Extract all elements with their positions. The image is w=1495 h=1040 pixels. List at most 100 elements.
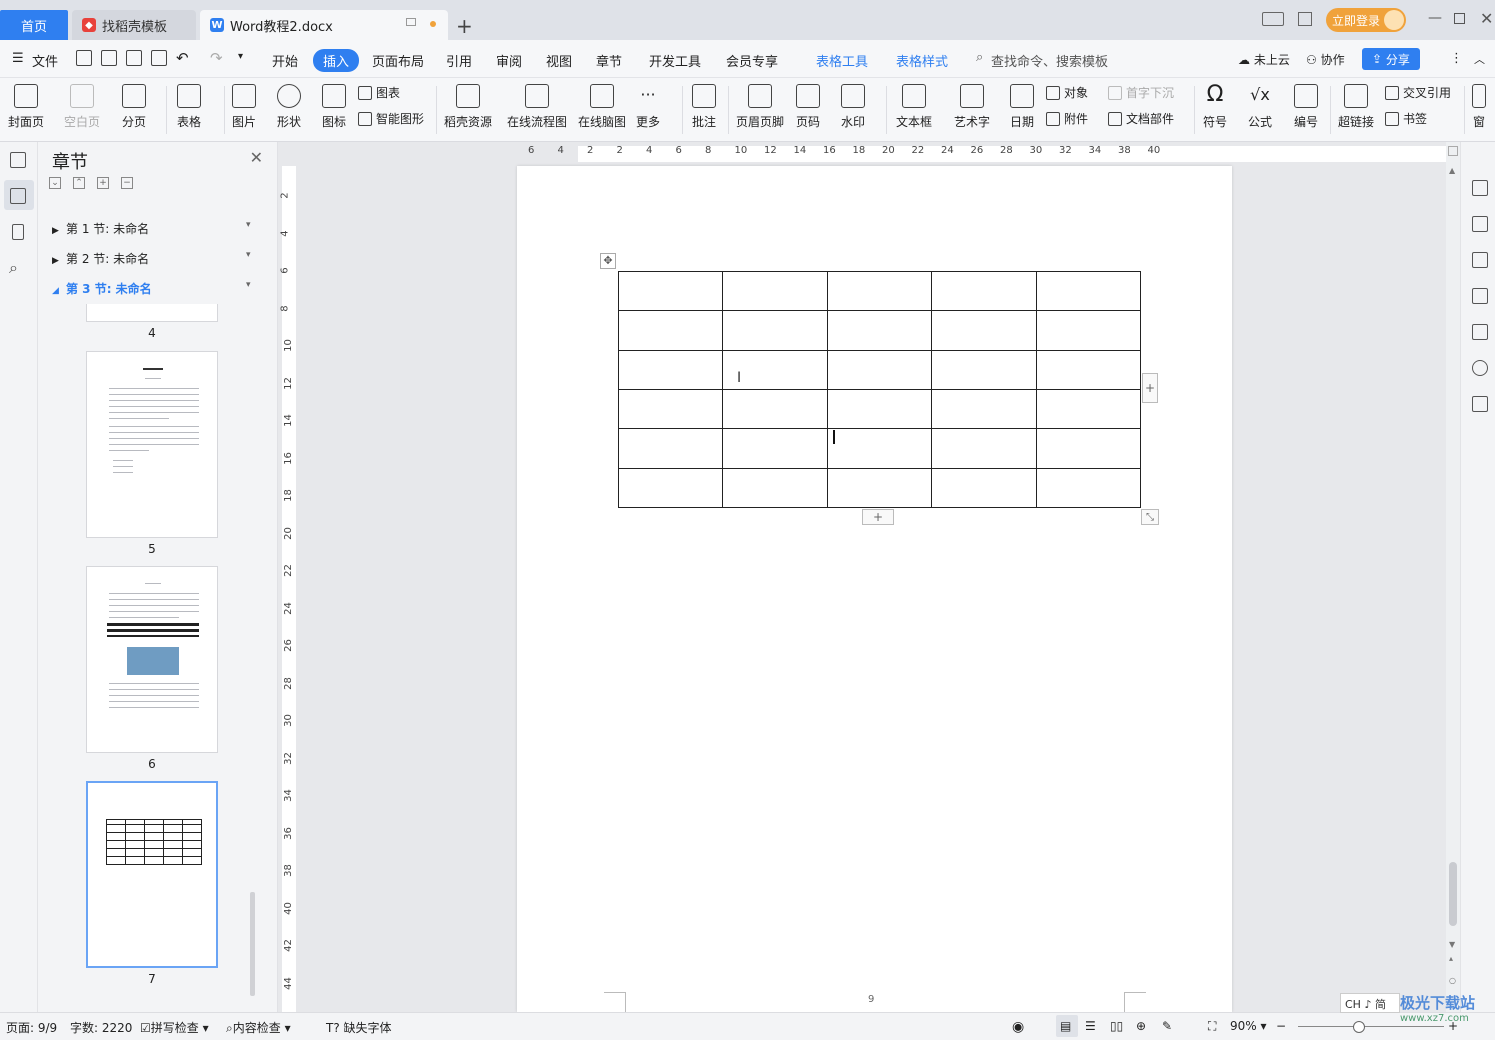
add-section-icon[interactable]: + — [97, 177, 109, 189]
chevron-down-icon[interactable]: ▾ — [246, 250, 251, 260]
section-item-3[interactable]: ◢ 第 3 节: 未命名 ▾ — [52, 280, 251, 297]
table-cell[interactable] — [1035, 388, 1142, 430]
zoom-level[interactable]: 90% ▾ — [1230, 1019, 1267, 1033]
table-cell[interactable] — [722, 270, 828, 312]
chapter-nav-icon[interactable] — [10, 188, 26, 204]
symbol-button[interactable]: Ω 符号 — [1203, 78, 1227, 130]
section-item-2[interactable]: ▶ 第 2 节: 未命名 ▾ — [52, 250, 251, 267]
table-cell[interactable] — [931, 310, 1037, 351]
cursor-select-icon[interactable] — [1472, 252, 1488, 268]
menu-home[interactable]: 开始 — [272, 51, 298, 70]
page-thumbnail-7[interactable] — [86, 781, 218, 968]
missing-font-button[interactable]: T? 缺失字体 — [326, 1019, 392, 1036]
menu-page-layout[interactable]: 页面布局 — [372, 51, 424, 70]
table-cell[interactable] — [931, 388, 1037, 430]
vertical-ruler[interactable]: 2 4 6 8 10 12 14 16 18 20 22 24 26 28 30 32 34 36 38 40 42 44 — [278, 166, 300, 1012]
zoom-slider-knob[interactable] — [1353, 1021, 1366, 1033]
menu-chapter[interactable]: 章节 — [596, 51, 622, 70]
menu-view[interactable]: 视图 — [546, 51, 572, 70]
tab-document[interactable]: W Word教程2.docx — [200, 10, 448, 40]
header-footer-button[interactable]: 页眉页脚 — [736, 78, 784, 130]
mindmap-button[interactable]: 在线脑图 — [578, 78, 626, 130]
fit-page-icon[interactable]: ⛶ — [1208, 1019, 1216, 1034]
table-cell[interactable] — [722, 428, 828, 469]
table-cell[interactable] — [1035, 428, 1142, 469]
table-cell[interactable] — [826, 310, 933, 351]
horizontal-ruler[interactable]: 6 4 2 2 4 6 8 10 12 14 16 18 20 22 24 26 28 30 32 34 38 40 — [278, 142, 1460, 166]
add-row-button[interactable]: + — [862, 509, 894, 525]
page-count-status[interactable]: 页面: 9/9 — [6, 1019, 57, 1036]
table-cell[interactable] — [617, 467, 724, 509]
search-rail-icon[interactable]: ⌕ — [9, 258, 18, 278]
doc-parts-button[interactable]: 文档部件 — [1108, 110, 1174, 127]
new-tab-button[interactable]: + — [456, 14, 473, 38]
outline-icon[interactable] — [10, 152, 26, 168]
table-cell[interactable] — [722, 467, 828, 509]
page-number-button[interactable]: 页码 — [796, 78, 820, 130]
collapse-all-icon[interactable]: ⌃ — [73, 177, 85, 189]
textbox-button[interactable]: 文本框 — [896, 78, 932, 130]
maximize-icon[interactable] — [1454, 13, 1465, 24]
more-button[interactable]: ··· 更多 — [636, 78, 660, 130]
hyperlink-button[interactable]: 超链接 — [1338, 78, 1374, 130]
date-button[interactable]: 日期 — [1010, 78, 1034, 130]
cross-reference-button[interactable]: 交叉引用 — [1385, 84, 1451, 101]
spell-check-button[interactable]: ☑拼写检查 ▾ — [140, 1019, 209, 1036]
blank-page-button[interactable]: 空白页 — [64, 78, 100, 130]
select-browse-icon[interactable]: ○ — [1449, 976, 1456, 985]
table-cell[interactable] — [617, 428, 724, 469]
table-cell[interactable] — [931, 428, 1037, 469]
tab-daoke-templates[interactable]: ◆ 找稻壳模板 — [72, 10, 196, 40]
table-cell[interactable] — [617, 270, 724, 312]
section-item-1[interactable]: ▶ 第 1 节: 未命名 ▾ — [52, 220, 251, 237]
collab-button[interactable]: ⚇ 协作 — [1306, 51, 1345, 68]
menu-references[interactable]: 引用 — [446, 51, 472, 70]
quick-access-more-icon[interactable]: ▾ — [238, 51, 243, 62]
print-icon[interactable] — [126, 50, 142, 66]
tab-home[interactable]: 首页 — [0, 10, 68, 40]
content-check-button[interactable]: ⌕内容检查 ▾ — [226, 1019, 291, 1036]
menu-table-style[interactable]: 表格样式 — [896, 51, 948, 70]
shape-button[interactable]: 形状 — [277, 78, 301, 130]
numbering-button[interactable]: 编号 — [1294, 78, 1318, 130]
nav-scrollbar[interactable] — [250, 892, 255, 996]
export-pdf-icon[interactable] — [101, 50, 117, 66]
write-view-icon[interactable]: ✎ — [1162, 1019, 1172, 1033]
share-button[interactable]: ⇪ 分享 — [1362, 48, 1420, 70]
bookmark-rail-icon[interactable] — [12, 224, 24, 240]
window-button[interactable]: 窗 — [1472, 78, 1486, 130]
eye-protection-icon[interactable]: ◉ — [1012, 1019, 1024, 1035]
collapse-ribbon-icon[interactable]: ︿ — [1474, 51, 1485, 67]
attachment-button[interactable]: 附件 — [1046, 110, 1088, 127]
ime-indicator[interactable]: CH ♪ 简 — [1340, 993, 1400, 1013]
smartart-button[interactable]: 智能图形 — [358, 110, 424, 127]
table-cell[interactable] — [1035, 310, 1142, 351]
chevron-down-icon[interactable]: ▾ — [246, 280, 251, 290]
page-thumbnail-4[interactable] — [86, 304, 218, 322]
close-icon[interactable]: ✕ — [1480, 9, 1493, 28]
page-thumbnail-6[interactable] — [86, 566, 218, 753]
command-search-input[interactable]: 查找命令、搜索模板 — [991, 51, 1108, 70]
rocket-icon[interactable] — [1472, 180, 1488, 196]
vertical-scrollbar[interactable]: ▲ ▼ ▴ ○ — [1446, 142, 1460, 1012]
chevron-down-icon[interactable]: ▾ — [246, 220, 251, 230]
menu-developer[interactable]: 开发工具 — [649, 51, 701, 70]
menu-member[interactable]: 会员专享 — [726, 51, 778, 70]
compass-icon[interactable] — [1472, 360, 1488, 376]
scroll-down-icon[interactable]: ▼ — [1449, 940, 1455, 949]
redo-icon[interactable]: ↷ — [210, 49, 223, 67]
print-preview-icon[interactable] — [151, 50, 167, 66]
icon-button[interactable]: 图标 — [322, 78, 346, 130]
table-cell[interactable] — [826, 270, 933, 312]
split-icon[interactable] — [1448, 146, 1458, 156]
remove-section-icon[interactable]: − — [121, 177, 133, 189]
table-cell[interactable] — [931, 349, 1037, 390]
monitor-icon[interactable] — [406, 18, 416, 26]
table-button[interactable]: 表格 — [177, 78, 201, 130]
flowchart-button[interactable]: 在线流程图 — [507, 78, 567, 130]
table-cell[interactable] — [617, 310, 724, 351]
table-move-handle-icon[interactable]: ✥ — [600, 253, 616, 269]
prev-page-icon[interactable]: ▴ — [1449, 954, 1453, 963]
expand-all-icon[interactable]: ⌄ — [49, 177, 61, 189]
grid-apps-icon[interactable] — [1298, 12, 1312, 26]
